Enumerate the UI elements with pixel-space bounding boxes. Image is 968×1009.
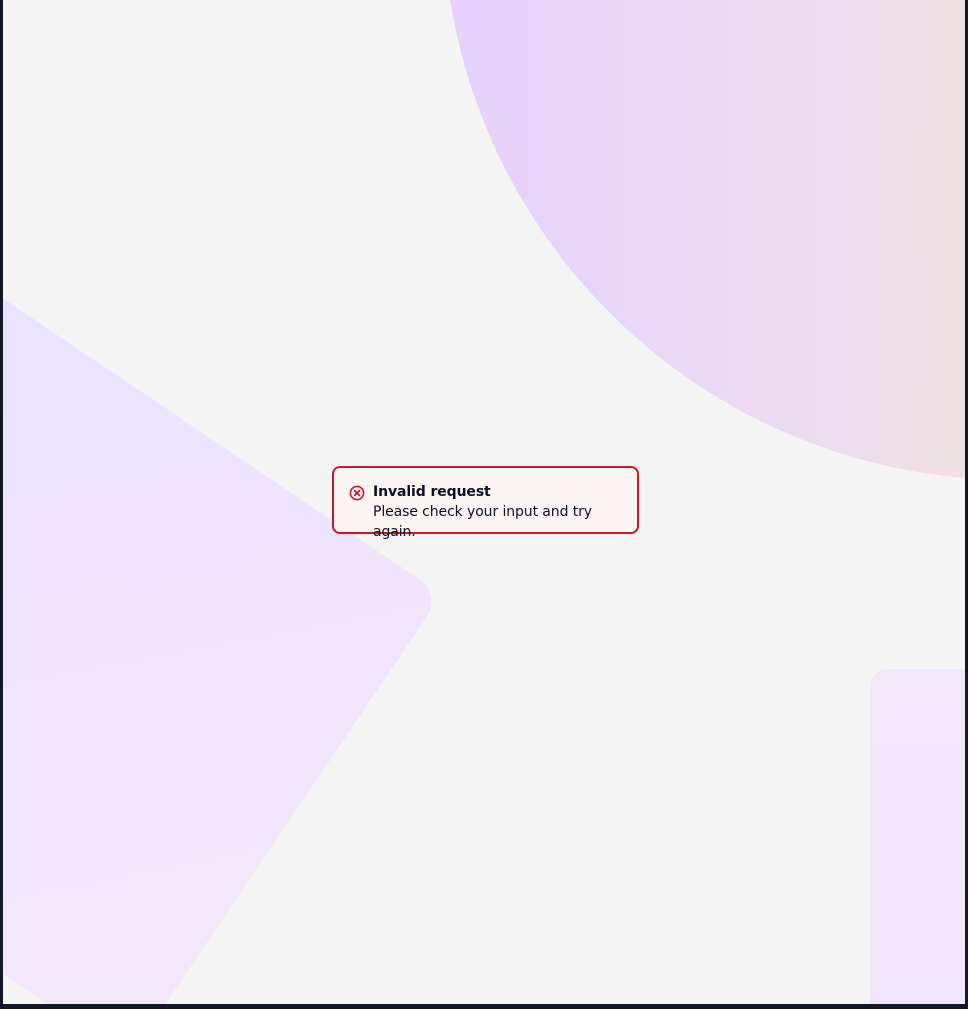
- error-alert: Invalid request Please check your input …: [332, 466, 639, 540]
- error-circle-x-icon: [349, 485, 365, 501]
- decorative-blob-top-right: [443, 0, 965, 480]
- decorative-shape-left: [3, 281, 442, 1004]
- page-background: Invalid request Please check your input …: [3, 0, 965, 1004]
- alert-content: Invalid request Please check your input …: [373, 482, 621, 542]
- alert-message: Please check your input and try again.: [373, 504, 592, 540]
- alert-title: Invalid request: [373, 484, 491, 500]
- decorative-shape-bottom-right: [870, 669, 965, 1004]
